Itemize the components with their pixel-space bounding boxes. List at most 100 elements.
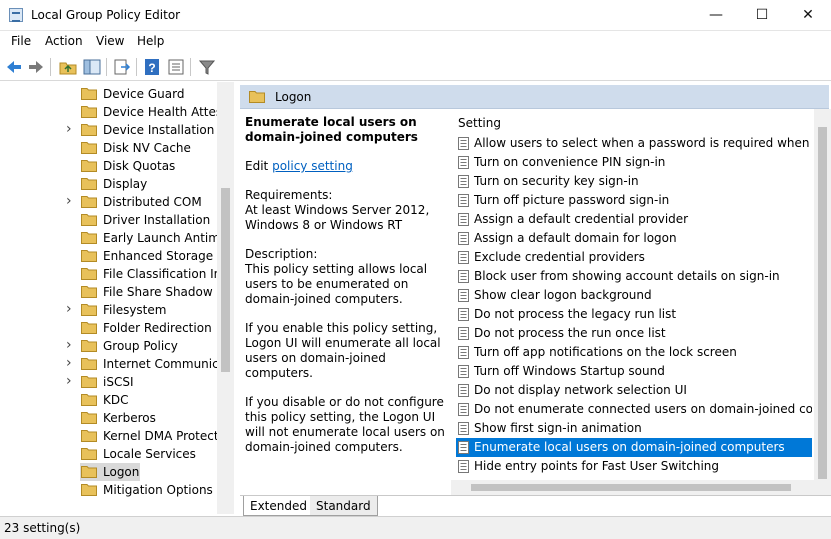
tree-item-label: Device Health Attestation Service (103, 105, 217, 119)
menu-action[interactable]: Action (45, 34, 83, 48)
chevron-right-icon[interactable]: › (66, 301, 72, 317)
tree-item[interactable]: Device Health Attestation Service (0, 103, 217, 121)
chevron-right-icon[interactable]: › (66, 355, 72, 371)
settings-list-scrollbar[interactable] (814, 109, 831, 495)
tree-item[interactable]: Driver Installation (0, 211, 216, 229)
tree-item[interactable]: Mitigation Options (0, 481, 216, 499)
setting-row-label: Exclude credential providers (474, 250, 645, 264)
tree-item[interactable]: › Group Policy (0, 337, 216, 355)
export-list-icon[interactable] (112, 57, 132, 77)
help-icon[interactable]: ? (142, 57, 162, 77)
folder-icon (81, 340, 97, 352)
setting-row[interactable]: Block user from showing account details … (456, 267, 812, 286)
policy-description-pane: Enumerate local users on domain-joined c… (245, 115, 445, 495)
tree-item-label: iSCSI (103, 375, 134, 389)
tree-item[interactable]: Enhanced Storage Access (0, 247, 217, 265)
settings-hscrollbar-thumb[interactable] (471, 484, 791, 491)
tree-item-label: KDC (103, 393, 129, 407)
window-title: Local Group Policy Editor (31, 8, 181, 22)
tree-item[interactable]: Folder Redirection (0, 319, 216, 337)
tree-item[interactable]: › Internet Communication Management (0, 355, 217, 373)
setting-row[interactable]: Show clear logon background (456, 286, 812, 305)
tab-standard[interactable]: Standard (310, 496, 378, 516)
tree-item[interactable]: Early Launch Antimalware (0, 229, 217, 247)
settings-scrollbar-thumb[interactable] (818, 127, 827, 479)
tree-item[interactable]: File Share Shadow Copy Provider (0, 283, 217, 301)
tree-item-label: File Share Shadow Copy Provider (103, 285, 217, 299)
show-hide-tree-icon[interactable] (82, 57, 102, 77)
tree-item[interactable]: Kernel DMA Protection (0, 427, 217, 445)
folder-icon (81, 250, 97, 262)
setting-row-label: Do not process the run once list (474, 326, 666, 340)
setting-row[interactable]: Enumerate local users on domain-joined c… (456, 438, 812, 457)
folder-icon (81, 160, 97, 172)
setting-row[interactable]: Do not process the run once list (456, 324, 812, 343)
setting-row[interactable]: Turn on security key sign-in (456, 172, 812, 191)
tree-item[interactable]: Device Guard (0, 85, 216, 103)
setting-row[interactable]: Turn off picture password sign-in (456, 191, 812, 210)
column-header-setting[interactable]: Setting (458, 116, 501, 130)
setting-row[interactable]: Turn off app notifications on the lock s… (456, 343, 812, 362)
setting-row[interactable]: Exclude credential providers (456, 248, 812, 267)
chevron-right-icon[interactable]: › (66, 373, 72, 389)
setting-row[interactable]: Do not display network selection UI (456, 381, 812, 400)
policy-setting-icon (458, 232, 469, 245)
folder-icon (81, 214, 97, 226)
description-text: This policy setting allows local users t… (245, 262, 428, 306)
tree-item[interactable]: › Device Installation (0, 121, 216, 139)
enable-text: If you enable this policy setting, Logon… (245, 321, 441, 380)
folder-icon (249, 91, 265, 103)
maximize-button[interactable]: ☐ (739, 0, 785, 31)
setting-row[interactable]: Show first sign-in animation (456, 419, 812, 438)
tree-item[interactable]: Logon (80, 463, 140, 481)
policy-setting-icon (458, 403, 469, 416)
chevron-right-icon[interactable]: › (66, 337, 72, 353)
policy-setting-icon (458, 137, 469, 150)
folder-icon (81, 322, 97, 334)
menu-help[interactable]: Help (137, 34, 164, 48)
settings-list-hscrollbar[interactable] (451, 480, 814, 495)
setting-row[interactable]: Turn on convenience PIN sign-in (456, 153, 812, 172)
tree-item[interactable]: File Classification Infrastructure (0, 265, 217, 283)
tree-item[interactable]: Locale Services (0, 445, 216, 463)
chevron-right-icon[interactable]: › (66, 193, 72, 209)
setting-row[interactable]: Do not enumerate connected users on doma… (456, 400, 812, 419)
policy-setting-icon (458, 251, 469, 264)
back-icon[interactable] (4, 57, 24, 77)
chevron-right-icon[interactable]: › (66, 121, 72, 137)
section-header: Logon (240, 85, 829, 109)
tree-scrollbar[interactable] (217, 82, 234, 514)
tree-item[interactable]: Display (0, 175, 216, 193)
setting-row[interactable]: Hide entry points for Fast User Switchin… (456, 457, 812, 476)
policy-setting-icon (458, 270, 469, 283)
setting-row[interactable]: Turn off Windows Startup sound (456, 362, 812, 381)
requirements-block: Requirements: At least Windows Server 201… (245, 188, 445, 233)
tree-item[interactable]: › Distributed COM (0, 193, 216, 211)
folder-icon (81, 466, 97, 478)
tree-item[interactable]: KDC (0, 391, 216, 409)
up-folder-icon[interactable] (58, 57, 78, 77)
forward-icon[interactable] (26, 57, 46, 77)
minimize-button[interactable]: — (693, 0, 739, 31)
close-button[interactable]: ✕ (785, 0, 831, 31)
tree-item[interactable]: › Filesystem (0, 301, 216, 319)
menu-file[interactable]: File (11, 34, 31, 48)
properties-icon[interactable] (166, 57, 186, 77)
tree-item[interactable]: Disk NV Cache (0, 139, 216, 157)
tree-item[interactable]: Kerberos (0, 409, 216, 427)
tree-item[interactable]: › iSCSI (0, 373, 216, 391)
setting-row[interactable]: Assign a default domain for logon (456, 229, 812, 248)
tab-extended[interactable]: Extended (243, 496, 314, 516)
folder-icon (81, 448, 97, 460)
tree-scrollbar-thumb[interactable] (221, 188, 230, 372)
policy-setting-icon (458, 213, 469, 226)
setting-row[interactable]: Do not process the legacy run list (456, 305, 812, 324)
tree-item-label: Internet Communication Management (103, 357, 217, 371)
filter-icon[interactable] (197, 57, 217, 77)
setting-row[interactable]: Allow users to select when a password is… (456, 134, 812, 153)
menu-view[interactable]: View (96, 34, 124, 48)
setting-row[interactable]: Assign a default credential provider (456, 210, 812, 229)
tree-item[interactable]: Disk Quotas (0, 157, 216, 175)
setting-row-label: Allow users to select when a password is… (474, 136, 812, 150)
policy-setting-link[interactable]: policy setting (272, 159, 353, 173)
